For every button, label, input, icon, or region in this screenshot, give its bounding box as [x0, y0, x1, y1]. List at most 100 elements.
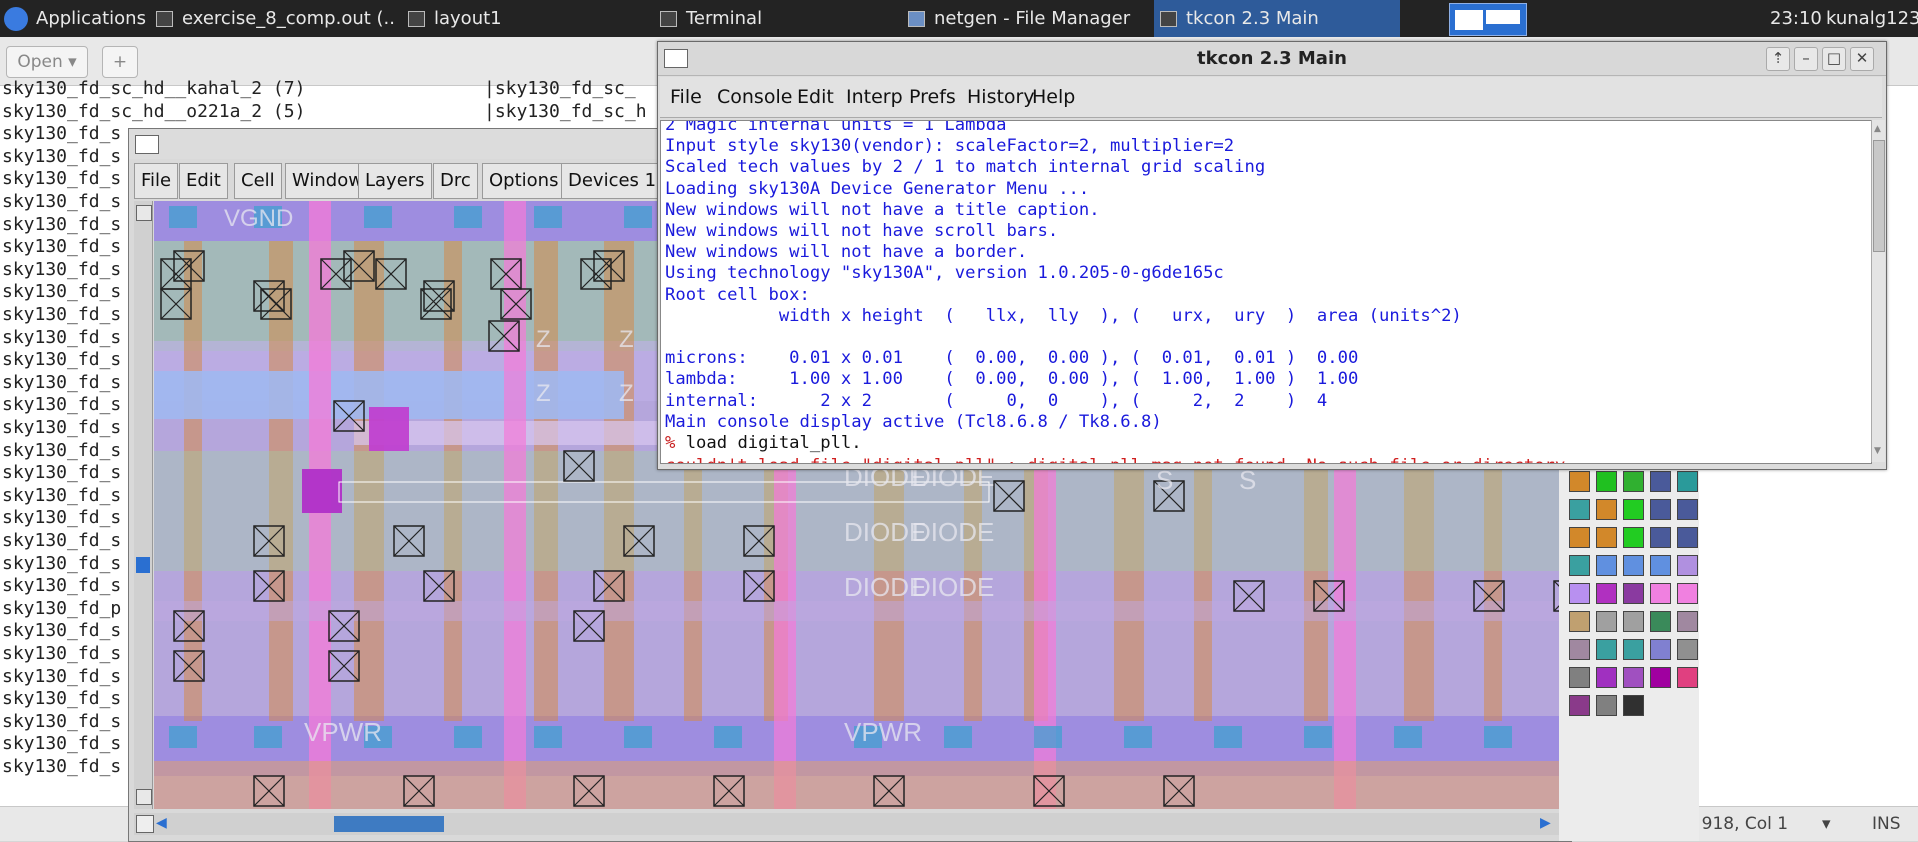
layer-swatch[interactable]: [1677, 639, 1698, 660]
close-icon[interactable]: ✕: [1850, 47, 1874, 71]
task-terminal[interactable]: Terminal: [660, 0, 900, 37]
layer-swatch[interactable]: [1596, 695, 1617, 716]
via-contact: [169, 726, 197, 748]
layer-swatch[interactable]: [1596, 555, 1617, 576]
task-layout1[interactable]: layout1: [408, 0, 648, 37]
scroll-thumb[interactable]: [334, 816, 444, 832]
console-scrollbar[interactable]: ▲ ▼: [1871, 120, 1885, 462]
editor-line: sky130_fd_s: [2, 507, 122, 529]
via-contact: [1214, 726, 1242, 748]
user-name[interactable]: kunalg123: [1826, 0, 1918, 37]
scroll-down-icon[interactable]: ▼: [1874, 446, 1883, 456]
layer-swatch[interactable]: [1623, 499, 1644, 520]
menu-layers[interactable]: Layers: [358, 163, 432, 199]
console-input-line[interactable]: % load digital_pll.: [665, 433, 862, 454]
open-button[interactable]: Open ▾: [6, 46, 88, 78]
text-editor-icon: [156, 11, 173, 27]
layer-swatch[interactable]: [1569, 695, 1590, 716]
layer-palette[interactable]: [1559, 449, 1699, 841]
layer-swatch[interactable]: [1569, 555, 1590, 576]
layer-swatch[interactable]: [1677, 471, 1698, 492]
menu-interp[interactable]: Interp: [846, 77, 903, 117]
layer-swatch[interactable]: [1650, 639, 1671, 660]
layer-swatch[interactable]: [1623, 639, 1644, 660]
chevron-down-icon: ▾: [1822, 814, 1831, 834]
layer-swatch[interactable]: [1677, 583, 1698, 604]
tkcon-titlebar[interactable]: tkcon 2.3 Main ⇡ – □ ✕: [658, 42, 1886, 76]
menu-cell[interactable]: Cell: [234, 163, 282, 199]
layer-swatch[interactable]: [1650, 471, 1671, 492]
layer-swatch[interactable]: [1623, 527, 1644, 548]
menu-options[interactable]: Options: [482, 163, 566, 199]
scroll-thumb[interactable]: [1873, 140, 1885, 252]
horizontal-scrollbar[interactable]: ◀ ▶: [134, 813, 1562, 835]
layer-swatch[interactable]: [1596, 639, 1617, 660]
layer-swatch[interactable]: [1650, 555, 1671, 576]
layer-swatch[interactable]: [1569, 471, 1590, 492]
task-file-manager[interactable]: netgen - File Manager: [908, 0, 1148, 37]
layer-swatch[interactable]: [1677, 527, 1698, 548]
layer-swatch[interactable]: [1677, 611, 1698, 632]
menu-edit[interactable]: Edit: [179, 163, 228, 199]
menu-edit[interactable]: Edit: [797, 77, 834, 117]
layer-swatch[interactable]: [1650, 583, 1671, 604]
layer-swatch[interactable]: [1650, 611, 1671, 632]
layer-swatch[interactable]: [1596, 583, 1617, 604]
menu-history[interactable]: History: [967, 77, 1035, 117]
layer-swatch[interactable]: [1569, 639, 1590, 660]
console-output[interactable]: 2 Magic internal units = 1 Lambda Input s…: [660, 120, 1872, 464]
scroll-thumb[interactable]: [136, 557, 150, 573]
workspace-switcher[interactable]: [1449, 3, 1527, 36]
editor-line: sky130_fd_s: [2, 530, 122, 551]
layer-swatch[interactable]: [1650, 667, 1671, 688]
layer-swatch[interactable]: [1569, 527, 1590, 548]
minimize-icon[interactable]: –: [1794, 47, 1818, 71]
layer-swatch[interactable]: [1623, 555, 1644, 576]
scroll-left-icon[interactable]: ◀: [156, 815, 172, 831]
via-contact: [1484, 726, 1512, 748]
zoom-box-icon[interactable]: [136, 815, 154, 833]
menu-file[interactable]: File: [670, 77, 702, 117]
layer-swatch[interactable]: [1569, 611, 1590, 632]
layer-swatch[interactable]: [1569, 583, 1590, 604]
layer-swatch[interactable]: [1596, 527, 1617, 548]
metal2-strip: [504, 201, 526, 809]
task-tkcon[interactable]: tkcon 2.3 Main: [1154, 0, 1400, 37]
window-icon: [1160, 11, 1177, 27]
scroll-right-icon[interactable]: ▶: [1540, 815, 1556, 831]
clock[interactable]: 23:10: [1770, 0, 1830, 37]
layer-swatch[interactable]: [1623, 695, 1644, 716]
shade-icon[interactable]: ⇡: [1766, 47, 1790, 71]
new-tab-button[interactable]: +: [102, 46, 138, 78]
scroll-up-icon[interactable]: [136, 205, 152, 221]
layer-swatch[interactable]: [1569, 499, 1590, 520]
menu-drc[interactable]: Drc: [433, 163, 478, 199]
layer-swatch[interactable]: [1650, 499, 1671, 520]
task-label: tkcon 2.3 Main: [1186, 8, 1319, 29]
vertical-scrollbar[interactable]: [134, 201, 153, 809]
scroll-up-icon[interactable]: ▲: [1874, 124, 1883, 134]
layer-swatch[interactable]: [1623, 471, 1644, 492]
layer-swatch[interactable]: [1623, 583, 1644, 604]
layer-swatch[interactable]: [1677, 555, 1698, 576]
maximize-icon[interactable]: □: [1822, 47, 1846, 71]
layer-swatch[interactable]: [1596, 667, 1617, 688]
menu-file[interactable]: File: [134, 163, 179, 199]
layer-swatch[interactable]: [1623, 611, 1644, 632]
layer-swatch[interactable]: [1569, 667, 1590, 688]
via-contact: [534, 206, 562, 228]
layer-swatch[interactable]: [1677, 499, 1698, 520]
applications-menu[interactable]: Applications: [4, 0, 154, 37]
layer-swatch[interactable]: [1677, 667, 1698, 688]
layer-swatch[interactable]: [1596, 499, 1617, 520]
layer-swatch[interactable]: [1596, 471, 1617, 492]
scroll-down-icon[interactable]: [136, 789, 152, 805]
menu-devices-1[interactable]: Devices 1: [561, 163, 664, 199]
layer-swatch[interactable]: [1596, 611, 1617, 632]
menu-help[interactable]: Help: [1032, 77, 1075, 117]
menu-prefs[interactable]: Prefs: [909, 77, 956, 117]
layer-swatch[interactable]: [1623, 667, 1644, 688]
layer-swatch[interactable]: [1650, 527, 1671, 548]
task-editor[interactable]: exercise_8_comp.out (...: [156, 0, 396, 37]
menu-console[interactable]: Console: [717, 77, 792, 117]
